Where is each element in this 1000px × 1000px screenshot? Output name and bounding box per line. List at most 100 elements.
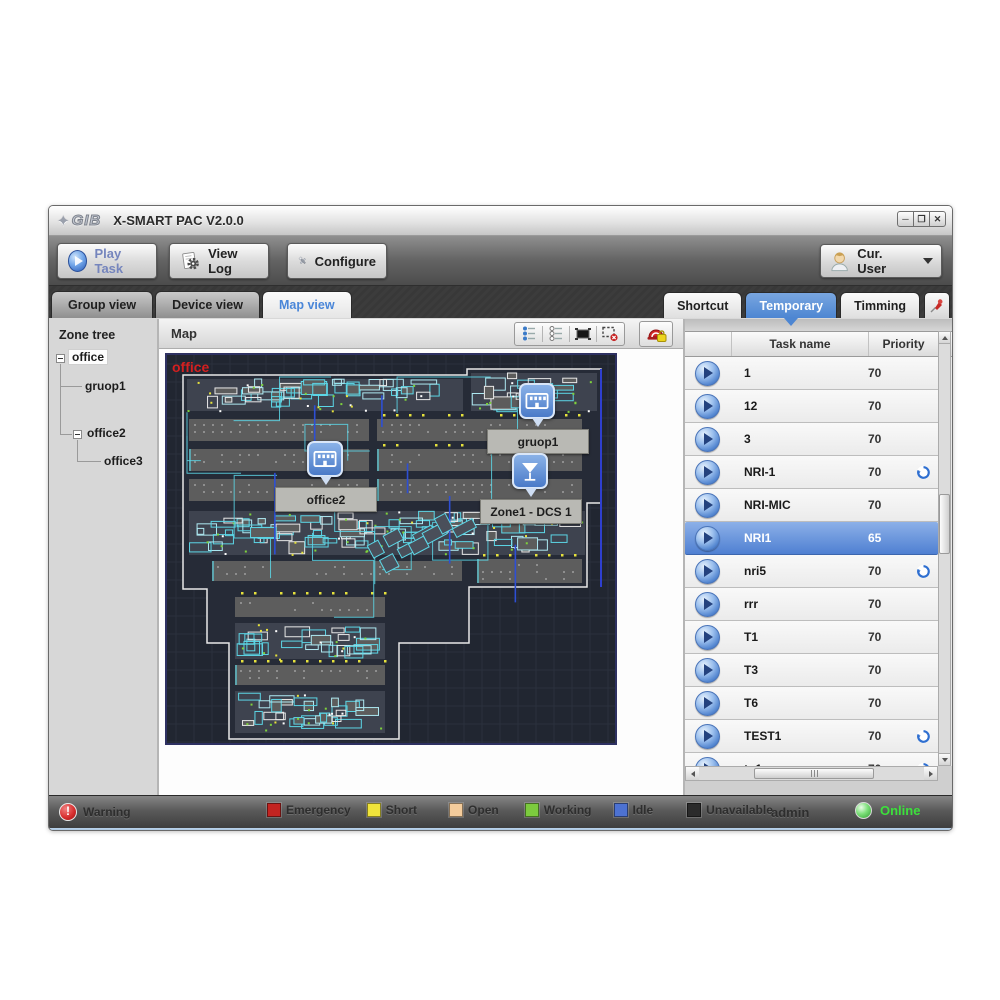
expander-office2[interactable] bbox=[73, 430, 82, 439]
window-title: X-SMART PAC V2.0.0 bbox=[113, 213, 244, 228]
task-panel: Task name Priority 1 70 12 70 bbox=[685, 319, 952, 795]
select-region-icon[interactable] bbox=[572, 324, 594, 344]
task-row[interactable]: NRI-MIC 70 bbox=[685, 489, 938, 522]
task-row[interactable]: nri5 70 bbox=[685, 555, 938, 588]
map-canvas[interactable]: office gruop1 bbox=[165, 353, 617, 745]
task-row[interactable]: TEST1 70 bbox=[685, 720, 938, 753]
map-panel: Map bbox=[159, 319, 685, 795]
play-task-toolbar-button[interactable]: Play Task bbox=[57, 243, 157, 279]
tab-group-view[interactable]: Group view bbox=[51, 291, 153, 318]
play-task-button[interactable] bbox=[695, 361, 720, 386]
play-task-button[interactable] bbox=[695, 460, 720, 485]
page: ✦ GIB X-SMART PAC V2.0.0 ─ ❐ ✕ Play Task… bbox=[0, 0, 1000, 1000]
map-marker[interactable]: office2 bbox=[307, 441, 345, 487]
play-task-button[interactable] bbox=[695, 592, 720, 617]
play-task-button[interactable] bbox=[695, 724, 720, 749]
legend-item: Open bbox=[449, 803, 499, 817]
horizontal-scrollbar[interactable] bbox=[685, 766, 938, 781]
tab-temporary[interactable]: Temporary bbox=[745, 292, 837, 318]
expander-office[interactable] bbox=[56, 354, 65, 363]
alarm-mute-button[interactable] bbox=[639, 321, 673, 347]
task-row[interactable]: 3 70 bbox=[685, 423, 938, 456]
map-marker[interactable]: Zone1 - DCS 1 bbox=[512, 453, 550, 499]
play-task-button[interactable] bbox=[695, 559, 720, 584]
task-priority: 70 bbox=[868, 366, 908, 380]
legend-color-swatch bbox=[614, 803, 628, 817]
task-priority: 70 bbox=[868, 432, 908, 446]
scroll-left-arrow[interactable] bbox=[686, 767, 699, 780]
legend-item: Working bbox=[525, 803, 592, 817]
task-name: 1 bbox=[731, 366, 868, 380]
task-row[interactable]: 12 70 bbox=[685, 390, 938, 423]
tree-item-gruop1[interactable]: gruop1 bbox=[85, 379, 126, 393]
configure-button[interactable]: Configure bbox=[287, 243, 387, 279]
chevron-down-icon bbox=[923, 258, 933, 264]
app-logo: ✦ GIB bbox=[57, 212, 101, 230]
configure-icon bbox=[298, 249, 308, 273]
task-priority: 70 bbox=[868, 498, 908, 512]
pin-panel-button[interactable] bbox=[924, 292, 950, 318]
play-task-button[interactable] bbox=[695, 394, 720, 419]
play-task-button[interactable] bbox=[695, 691, 720, 716]
tab-device-view[interactable]: Device view bbox=[155, 291, 260, 318]
minimize-button[interactable]: ─ bbox=[897, 211, 914, 227]
current-user-button[interactable]: Cur. User bbox=[820, 244, 942, 278]
zone-glass-icon bbox=[515, 456, 545, 486]
view-log-icon bbox=[180, 249, 201, 273]
scroll-right-arrow[interactable] bbox=[924, 767, 937, 780]
task-name: NRI-1 bbox=[731, 465, 868, 479]
online-label: Online bbox=[880, 803, 920, 818]
logo-text: GIB bbox=[72, 212, 102, 229]
window-controls: ─ ❐ ✕ bbox=[898, 211, 946, 227]
connection-status: Online bbox=[855, 802, 920, 819]
close-button[interactable]: ✕ bbox=[929, 211, 946, 227]
tab-map-view[interactable]: Map view bbox=[262, 291, 352, 318]
scroll-down-arrow[interactable] bbox=[939, 753, 950, 765]
play-task-button[interactable] bbox=[695, 658, 720, 683]
play-task-button[interactable] bbox=[695, 427, 720, 452]
task-row[interactable]: NRI-1 70 bbox=[685, 456, 938, 489]
task-priority: 70 bbox=[868, 663, 908, 677]
task-row[interactable]: NRI1 65 bbox=[685, 522, 938, 555]
task-row[interactable]: T6 70 bbox=[685, 687, 938, 720]
tree-item-office[interactable]: office bbox=[69, 350, 107, 364]
maximize-button[interactable]: ❐ bbox=[913, 211, 930, 227]
legend-color-swatch bbox=[449, 803, 463, 817]
play-task-button[interactable] bbox=[695, 526, 720, 551]
tree-item-office2[interactable]: office2 bbox=[87, 426, 126, 440]
play-task-button[interactable] bbox=[695, 625, 720, 650]
task-priority: 70 bbox=[868, 465, 908, 479]
alarm-lock-icon bbox=[645, 324, 668, 343]
map-marker[interactable]: gruop1 bbox=[519, 383, 557, 429]
task-row[interactable]: rrr 70 bbox=[685, 588, 938, 621]
vertical-scroll-thumb[interactable] bbox=[939, 494, 950, 554]
task-priority: 70 bbox=[868, 630, 908, 644]
task-priority: 65 bbox=[868, 531, 908, 545]
play-task-button[interactable] bbox=[695, 757, 720, 767]
scroll-up-arrow[interactable] bbox=[939, 332, 950, 344]
zone-tree-view-icon[interactable] bbox=[545, 324, 567, 344]
map-area-label: office bbox=[172, 359, 209, 375]
horizontal-scroll-thumb[interactable] bbox=[754, 768, 874, 779]
task-row[interactable]: 1 70 bbox=[685, 357, 938, 390]
task-name: nri5 bbox=[731, 564, 868, 578]
warning-indicator[interactable]: ! Warning bbox=[59, 803, 131, 821]
task-row[interactable]: tq1 70 bbox=[685, 753, 938, 766]
device-tree-view-icon[interactable] bbox=[518, 324, 540, 344]
play-task-button[interactable] bbox=[695, 493, 720, 518]
loop-icon bbox=[916, 465, 931, 480]
vertical-scrollbar[interactable] bbox=[938, 331, 951, 766]
task-row[interactable]: T3 70 bbox=[685, 654, 938, 687]
tree-item-office3[interactable]: office3 bbox=[104, 454, 143, 468]
task-name: 12 bbox=[731, 399, 868, 413]
task-priority: 70 bbox=[868, 696, 908, 710]
column-task-name: Task name bbox=[731, 332, 868, 356]
task-row[interactable]: T1 70 bbox=[685, 621, 938, 654]
tab-timming[interactable]: Timming bbox=[840, 292, 920, 318]
legend-item: Unavailable bbox=[687, 803, 773, 817]
logo-swirl-icon: ✦ bbox=[57, 212, 70, 230]
view-log-button[interactable]: View Log bbox=[169, 243, 269, 279]
task-name: rrr bbox=[731, 597, 868, 611]
clear-selection-icon[interactable] bbox=[599, 324, 621, 344]
tab-shortcut[interactable]: Shortcut bbox=[663, 292, 742, 318]
